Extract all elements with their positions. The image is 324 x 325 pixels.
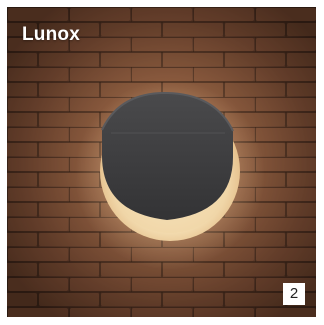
image-number-badge: 2 — [283, 283, 305, 305]
wall-light-photo — [7, 7, 316, 317]
fixture-plate — [102, 92, 233, 220]
product-photo: Lunox 2 — [7, 7, 316, 317]
brand-logo: Lunox — [22, 24, 80, 45]
